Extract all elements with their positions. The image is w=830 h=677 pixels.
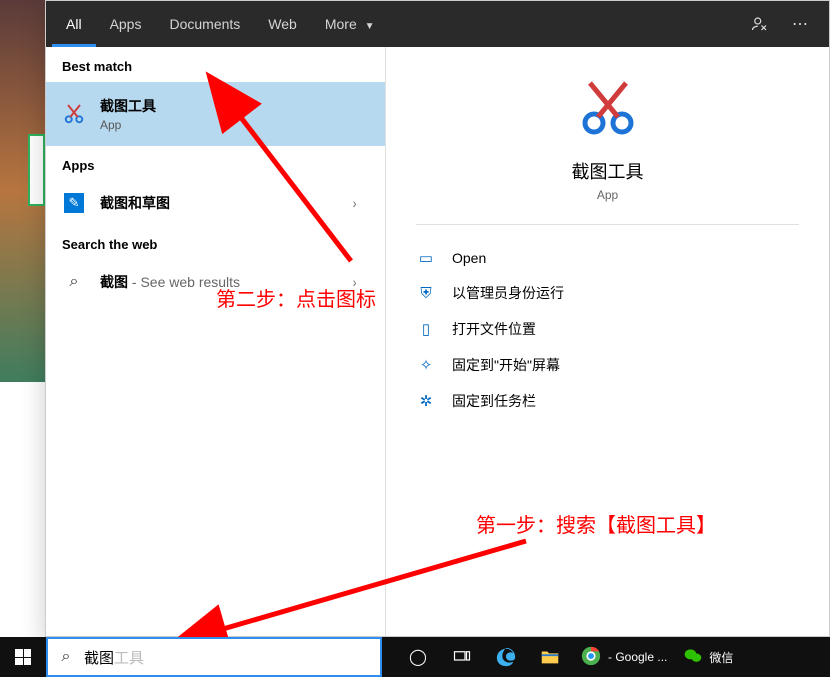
start-button[interactable] xyxy=(0,637,46,677)
action-label: 固定到"开始"屏幕 xyxy=(452,355,560,375)
action-pin-taskbar[interactable]: ✲ 固定到任务栏 xyxy=(386,383,829,419)
tab-all[interactable]: All xyxy=(52,1,96,47)
taskbar-search-box[interactable]: ⌕ 截图工具 xyxy=(46,637,382,677)
taskbar-wechat[interactable]: 微信 xyxy=(675,637,741,677)
search-icon: ⌕ xyxy=(62,270,86,294)
action-run-admin[interactable]: ⛨ 以管理员身份运行 xyxy=(386,275,829,311)
preview-subtitle: App xyxy=(597,188,618,202)
action-open-location[interactable]: ▯ 打开文件位置 xyxy=(386,311,829,347)
open-icon: ▭ xyxy=(416,249,436,267)
search-suggestion-ghost: 工具 xyxy=(114,650,144,667)
taskbar-chrome-window[interactable]: - Google ... xyxy=(572,637,675,677)
chevron-right-icon: › xyxy=(353,195,367,211)
search-input[interactable]: 截图工具 xyxy=(84,647,380,668)
action-label: 打开文件位置 xyxy=(452,319,536,339)
snip-sketch-icon: ✎ xyxy=(62,191,86,215)
tab-more[interactable]: More ▼ xyxy=(311,1,389,47)
action-pin-start[interactable]: ✧ 固定到"开始"屏幕 xyxy=(386,347,829,383)
wechat-icon xyxy=(683,646,703,669)
web-suffix: - See web results xyxy=(128,274,240,290)
preview-column: 截图工具 App ▭ Open ⛨ 以管理员身份运行 ▯ 打开文件位置 xyxy=(386,47,829,636)
action-label: Open xyxy=(452,250,486,266)
tab-more-label: More xyxy=(325,16,357,32)
action-open[interactable]: ▭ Open xyxy=(386,241,829,275)
taskbar: ⌕ 截图工具 ◯ - Google ... xyxy=(0,637,830,677)
desktop-background-card xyxy=(28,134,45,206)
pin-start-icon: ✧ xyxy=(416,356,436,374)
admin-icon: ⛨ xyxy=(416,285,436,302)
search-typed-text: 截图 xyxy=(84,650,114,667)
desktop-background-strip xyxy=(0,0,45,637)
task-view-button[interactable] xyxy=(440,637,484,677)
section-best-match: Best match xyxy=(46,47,385,82)
result-title: 截图工具 xyxy=(100,96,369,116)
result-best-match[interactable]: 截图工具 App xyxy=(46,82,385,146)
taskbar-file-explorer[interactable] xyxy=(528,637,572,677)
chevron-down-icon: ▼ xyxy=(365,21,375,32)
result-subtitle: App xyxy=(100,118,369,132)
result-title: 截图 - See web results xyxy=(100,272,351,292)
snipping-tool-icon xyxy=(62,102,86,126)
more-options-icon[interactable]: ⋯ xyxy=(783,7,817,41)
result-title: 截图和草图 xyxy=(100,193,351,213)
chrome-icon xyxy=(580,645,602,670)
tab-web[interactable]: Web xyxy=(254,1,311,47)
search-flyout: All Apps Documents Web More ▼ ⋯ Best mat… xyxy=(45,0,830,637)
folder-icon: ▯ xyxy=(416,320,436,338)
search-tabbar: All Apps Documents Web More ▼ ⋯ xyxy=(46,1,829,47)
feedback-icon[interactable] xyxy=(743,7,777,41)
preview-title: 截图工具 xyxy=(572,158,644,184)
tab-apps[interactable]: Apps xyxy=(96,1,156,47)
action-label: 以管理员身份运行 xyxy=(452,283,564,303)
chevron-right-icon: › xyxy=(353,274,367,290)
result-web-search[interactable]: ⌕ 截图 - See web results › xyxy=(46,260,385,304)
taskbar-edge[interactable] xyxy=(484,637,528,677)
desktop: All Apps Documents Web More ▼ ⋯ Best mat… xyxy=(0,0,830,677)
tab-documents[interactable]: Documents xyxy=(155,1,254,47)
section-search-web: Search the web xyxy=(46,225,385,260)
action-label: 固定到任务栏 xyxy=(452,391,536,411)
preview-app-icon xyxy=(576,77,640,146)
section-apps: Apps xyxy=(46,146,385,181)
windows-logo-icon xyxy=(15,649,31,665)
taskbar-wechat-label: 微信 xyxy=(709,649,733,666)
taskbar-chrome-label: - Google ... xyxy=(608,650,667,664)
pin-taskbar-icon: ✲ xyxy=(416,392,436,410)
web-query: 截图 xyxy=(100,274,128,290)
cortana-button[interactable]: ◯ xyxy=(396,637,440,677)
search-icon: ⌕ xyxy=(48,648,84,666)
results-column: Best match 截图工具 App xyxy=(46,47,386,636)
result-app-snip-sketch[interactable]: ✎ 截图和草图 › xyxy=(46,181,385,225)
preview-actions: ▭ Open ⛨ 以管理员身份运行 ▯ 打开文件位置 ✧ 固定到"开始"屏幕 xyxy=(386,241,829,419)
